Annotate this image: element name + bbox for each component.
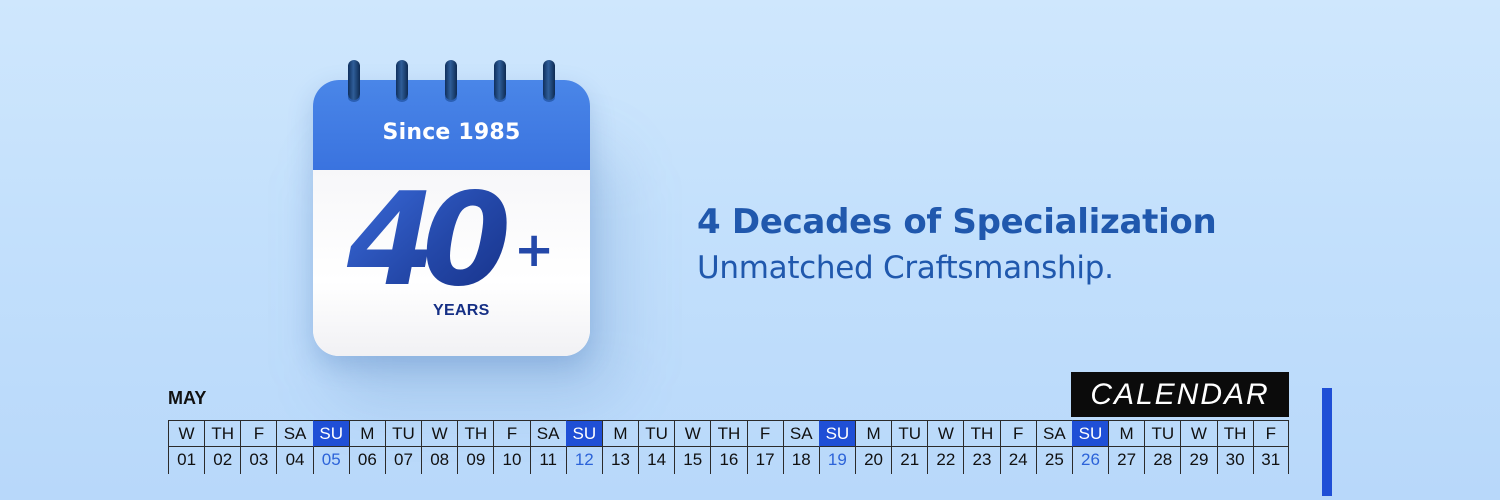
date-cell: 06	[348, 447, 385, 474]
date-cell: 29	[1180, 447, 1216, 474]
weekday-cell: F	[999, 420, 1036, 447]
weekday-cell-sunday: SU	[565, 420, 602, 447]
weekday-cell: M	[601, 420, 639, 447]
weekday-cell: W	[168, 420, 205, 447]
weekday-cell-sunday: SU	[312, 420, 349, 447]
calendar-badge-label: CALENDAR	[1090, 378, 1270, 411]
date-cell: 16	[710, 447, 746, 474]
date-cell: 13	[601, 447, 638, 474]
date-cell: 24	[999, 447, 1036, 474]
date-cell: 01	[168, 447, 204, 474]
date-cell: 03	[240, 447, 276, 474]
date-cell: 20	[854, 447, 891, 474]
weekday-row: W TH F SA SU M TU W TH F SA SU M TU W TH F SA SU M TU W TH F SA S…	[168, 420, 1289, 447]
weekday-cell: TH	[204, 420, 241, 447]
calendar-badge: CALENDAR	[1071, 372, 1289, 417]
binder-ring-icon	[494, 60, 506, 100]
weekday-cell: TH	[963, 420, 1000, 447]
date-cell: 09	[457, 447, 493, 474]
date-cell: 25	[1035, 447, 1072, 474]
weekday-cell: F	[493, 420, 530, 447]
weekday-cell: W	[927, 420, 964, 447]
headline-title: 4 Decades of Specialization	[697, 202, 1217, 242]
date-cell-sunday: 26	[1071, 447, 1108, 474]
since-label: Since 1985	[382, 120, 521, 145]
forty-text: 40	[346, 176, 507, 306]
date-cell: 07	[384, 447, 421, 474]
years-label: YEARS	[433, 302, 490, 319]
weekday-cell-sunday: SU	[818, 420, 855, 447]
weekday-cell: TH	[1216, 420, 1253, 447]
weekday-cell: TU	[384, 420, 422, 447]
headline-subtitle: Unmatched Craftsmanship.	[697, 250, 1114, 286]
date-cell: 17	[746, 447, 783, 474]
weekday-cell: F	[1252, 420, 1289, 447]
date-cell: 08	[421, 447, 457, 474]
date-cell-sunday: 12	[565, 447, 602, 474]
weekday-cell: TU	[638, 420, 675, 447]
forty-numeral: 40	[346, 176, 520, 306]
binder-ring-icon	[445, 60, 457, 100]
binder-ring-icon	[396, 60, 408, 100]
date-cell: 21	[891, 447, 927, 474]
date-cell-sunday: 05	[312, 447, 349, 474]
date-cell: 22	[927, 447, 963, 474]
date-cell-sunday: 19	[818, 447, 855, 474]
date-cell: 14	[638, 447, 674, 474]
date-cell: 15	[674, 447, 710, 474]
weekday-cell: SA	[276, 420, 313, 447]
weekday-cell-sunday: SU	[1071, 420, 1109, 447]
date-cell: 27	[1108, 447, 1144, 474]
weekday-cell: TH	[457, 420, 494, 447]
weekday-cell: SA	[1035, 420, 1072, 447]
date-cell: 11	[529, 447, 566, 474]
weekday-cell: F	[240, 420, 277, 447]
weekday-cell: W	[674, 420, 711, 447]
binder-ring-icon	[348, 60, 360, 100]
weekday-cell: M	[1108, 420, 1145, 447]
accent-bar	[1322, 388, 1332, 496]
weekday-cell: TU	[1144, 420, 1181, 447]
weekday-cell: TU	[891, 420, 928, 447]
weekday-cell: W	[421, 420, 458, 447]
date-cell: 28	[1144, 447, 1180, 474]
weekday-cell: W	[1180, 420, 1217, 447]
weekday-cell: M	[348, 420, 385, 447]
weekday-cell: TH	[710, 420, 747, 447]
month-strip: W TH F SA SU M TU W TH F SA SU M TU W TH F SA SU M TU W TH F SA S…	[168, 420, 1289, 474]
date-cell: 02	[204, 447, 240, 474]
date-cell: 10	[493, 447, 529, 474]
date-cell: 18	[782, 447, 819, 474]
month-label: MAY	[168, 388, 207, 408]
weekday-cell: SA	[529, 420, 566, 447]
date-cell: 23	[963, 447, 999, 474]
date-cell: 04	[276, 447, 312, 474]
weekday-cell: SA	[782, 420, 819, 447]
binder-ring-icon	[543, 60, 555, 100]
date-row: 01 02 03 04 05 06 07 08 09 10 11 12 13 14 15 16 17 18 19 20…	[168, 447, 1289, 474]
date-cell: 31	[1252, 447, 1289, 474]
plus-sign: +	[514, 222, 555, 278]
weekday-cell: M	[854, 420, 892, 447]
weekday-cell: F	[746, 420, 783, 447]
date-cell: 30	[1216, 447, 1253, 474]
